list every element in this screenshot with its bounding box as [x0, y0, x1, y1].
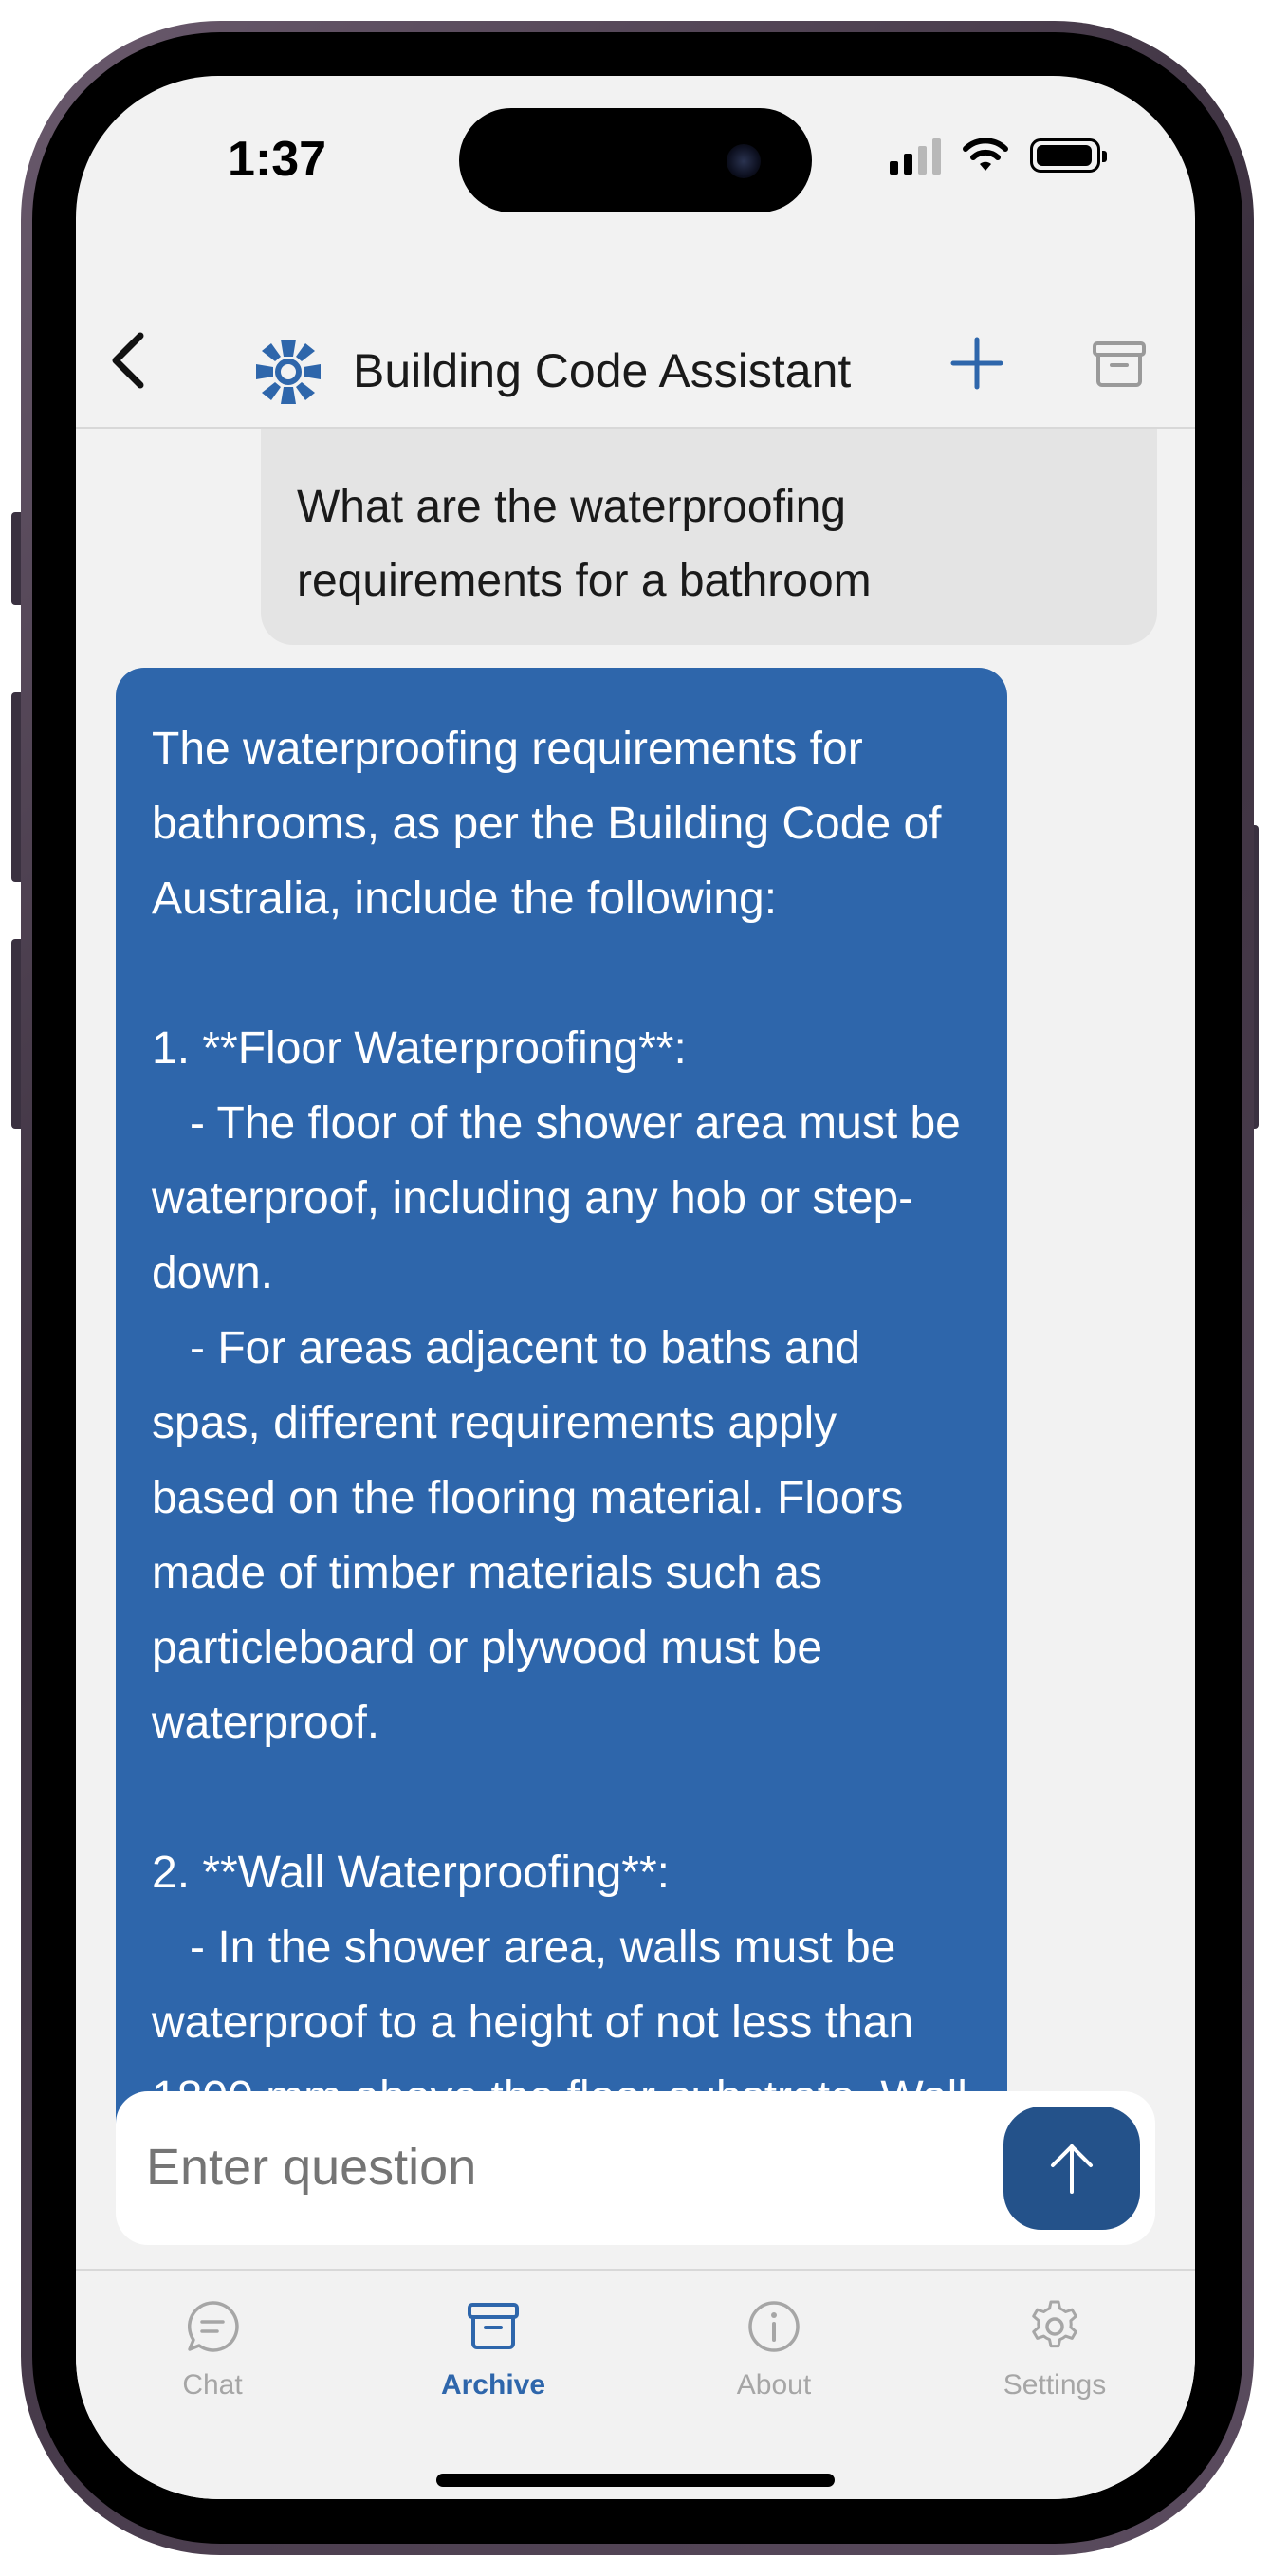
phone-screen: 1:37 Building Code Assistant What are th… — [76, 76, 1195, 2499]
tab-label: About — [736, 2369, 812, 2401]
assistant-message: The waterproofing requirements for bathr… — [116, 668, 1007, 2174]
send-button[interactable] — [1003, 2107, 1140, 2230]
camera-icon — [727, 144, 761, 178]
tab-archive[interactable]: Archive — [398, 2297, 588, 2401]
tab-label: Chat — [182, 2369, 243, 2401]
dynamic-island — [459, 108, 812, 212]
back-button[interactable] — [95, 322, 161, 398]
user-message: What are the waterproofing requirements … — [261, 429, 1157, 645]
cellular-signal-icon — [890, 137, 941, 175]
chat-bubble-icon — [188, 2301, 239, 2352]
page-title: Building Code Assistant — [353, 344, 852, 397]
new-chat-button[interactable] — [944, 330, 1010, 396]
archive-box-icon — [1093, 341, 1146, 387]
home-indicator[interactable] — [436, 2474, 835, 2487]
arrow-up-icon — [1051, 2144, 1093, 2194]
chat-thread[interactable]: What are the waterproofing requirements … — [76, 429, 1195, 2174]
app-logo-icon — [256, 340, 321, 404]
plus-icon — [950, 337, 1003, 390]
question-input[interactable] — [144, 2137, 907, 2198]
wifi-icon — [963, 138, 1008, 171]
question-input-bar — [116, 2091, 1155, 2245]
tab-bar: Chat Archive About Settings — [76, 2269, 1195, 2499]
tab-label: Archive — [440, 2369, 546, 2401]
tab-chat[interactable]: Chat — [118, 2297, 307, 2401]
gear-icon — [1032, 2300, 1077, 2348]
archive-box-icon — [468, 2303, 519, 2349]
nav-header: Building Code Assistant — [76, 294, 1195, 429]
status-time: 1:37 — [228, 132, 327, 187]
archive-button[interactable] — [1089, 334, 1150, 395]
status-indicators — [890, 137, 1107, 175]
tab-about[interactable]: About — [679, 2297, 869, 2401]
tab-label: Settings — [1003, 2369, 1107, 2401]
info-circle-icon — [748, 2301, 800, 2352]
chevron-left-icon — [112, 332, 144, 389]
battery-icon — [1030, 138, 1107, 173]
tab-settings[interactable]: Settings — [960, 2297, 1150, 2401]
